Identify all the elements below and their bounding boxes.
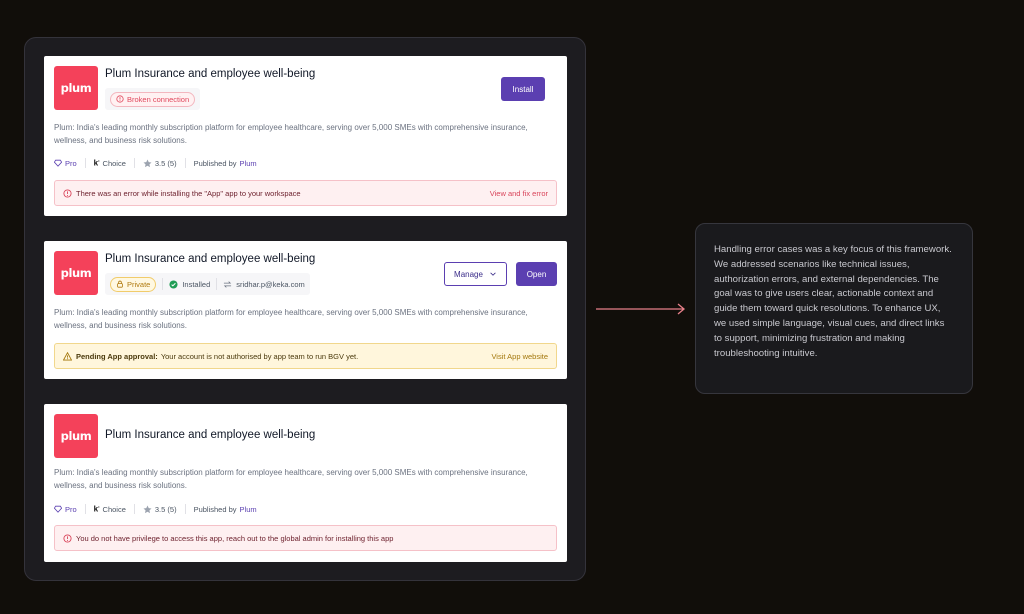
- installed-status: Installed: [169, 280, 210, 289]
- app-card-no-privilege: plum Plum Insurance and employee well-be…: [44, 404, 567, 562]
- app-description: Plum: India's leading monthly subscripti…: [54, 123, 528, 145]
- status-badge-label: Broken connection: [127, 94, 190, 104]
- rating: 3.5 (5): [143, 505, 177, 514]
- app-card-broken-connection: plum Plum Insurance and employee well-be…: [44, 56, 567, 216]
- pro-tag: Pro: [54, 505, 77, 514]
- plum-logo: plum: [54, 251, 98, 295]
- keka-choice-tag: k• Choice: [93, 504, 126, 514]
- visit-app-website-link[interactable]: Visit App website: [491, 352, 548, 361]
- plum-logo: plum: [54, 414, 98, 458]
- installed-by: sridhar.p@keka.com: [223, 280, 305, 289]
- lock-icon: [117, 280, 123, 288]
- swap-icon: [224, 280, 232, 288]
- open-button[interactable]: Open: [516, 262, 557, 286]
- arrow-right-icon: [596, 303, 686, 315]
- status-row: Private Installed sridhar.p@keka.com: [105, 273, 310, 295]
- chevron-down-icon: [490, 272, 496, 276]
- alert-message: There was an error while installing the …: [76, 188, 301, 198]
- alert-message: You do not have privilege to access this…: [76, 533, 394, 543]
- warning-alert: Pending App approval: Your account is no…: [54, 343, 557, 369]
- publisher-link[interactable]: Plum: [240, 505, 257, 514]
- app-title: Plum Insurance and employee well-being: [105, 253, 316, 265]
- error-alert: You do not have privilege to access this…: [54, 525, 557, 551]
- status-row: Broken connection: [105, 88, 201, 110]
- alert-message: Your account is not authorised by app te…: [160, 351, 359, 361]
- alert-circle-icon: [63, 533, 72, 543]
- private-badge: Private: [110, 276, 157, 292]
- keka-logo-icon: k•: [93, 504, 100, 514]
- keka-logo-icon: k•: [93, 158, 100, 168]
- plum-logo: plum: [54, 66, 98, 110]
- alert-title: Pending App approval:: [76, 351, 158, 361]
- alert-circle-icon: [116, 95, 124, 103]
- publisher-link[interactable]: Plum: [240, 159, 257, 168]
- check-circle-icon: [169, 279, 178, 289]
- annotation-note: Handling error cases was a key focus of …: [695, 223, 973, 394]
- note-text: Handling error cases was a key focus of …: [714, 244, 952, 359]
- diamond-icon: [54, 505, 62, 513]
- keka-choice-tag: k• Choice: [93, 158, 126, 168]
- app-title: Plum Insurance and employee well-being: [105, 429, 316, 441]
- app-description: Plum: India's leading monthly subscripti…: [54, 308, 528, 330]
- app-card-pending-approval: plum Plum Insurance and employee well-be…: [44, 241, 567, 379]
- alert-circle-icon: [63, 188, 72, 198]
- warning-triangle-icon: [63, 351, 72, 361]
- view-fix-error-link[interactable]: View and fix error: [490, 189, 548, 198]
- publisher: Published by Plum: [193, 504, 257, 514]
- app-meta: Pro k• Choice 3.5 (5) Published by Plum: [54, 158, 257, 168]
- diamond-icon: [54, 159, 62, 167]
- rating: 3.5 (5): [143, 159, 177, 168]
- status-badge: Broken connection: [110, 91, 196, 107]
- star-icon: [143, 505, 152, 513]
- error-alert: There was an error while installing the …: [54, 180, 557, 206]
- app-description: Plum: India's leading monthly subscripti…: [54, 468, 528, 490]
- pro-tag: Pro: [54, 159, 77, 168]
- star-icon: [143, 159, 152, 167]
- app-title: Plum Insurance and employee well-being: [105, 68, 316, 80]
- install-button[interactable]: Install: [501, 77, 545, 101]
- manage-dropdown-button[interactable]: Manage: [444, 262, 507, 286]
- app-meta: Pro k• Choice 3.5 (5) Published by Plum: [54, 504, 257, 514]
- publisher: Published by Plum: [193, 158, 257, 168]
